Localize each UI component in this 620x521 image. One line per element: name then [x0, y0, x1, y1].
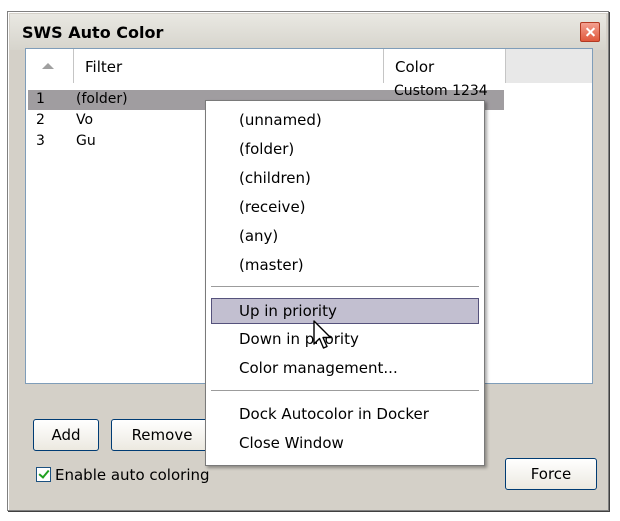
checkbox-checked-icon[interactable]	[36, 467, 51, 482]
menu-item-label: (children)	[239, 169, 311, 187]
row-filter: Vo	[76, 112, 94, 128]
remove-button[interactable]: Remove	[111, 419, 213, 451]
close-icon[interactable]	[580, 22, 600, 42]
menu-item-label: Dock Autocolor in Docker	[239, 405, 429, 423]
menu-item-children[interactable]: (children)	[211, 165, 479, 191]
menu-item-label: (receive)	[239, 198, 306, 216]
menu-item-label: (unnamed)	[239, 111, 322, 129]
row-color: Custom 1234	[394, 83, 488, 99]
menu-item-folder[interactable]: (folder)	[211, 136, 479, 162]
blank-column-header	[506, 49, 592, 83]
row-number: 2	[36, 112, 45, 128]
add-button[interactable]: Add	[33, 419, 99, 451]
enable-auto-coloring-label: Enable auto coloring	[55, 466, 210, 484]
title-bar[interactable]: SWS Auto Color	[10, 14, 606, 50]
menu-item-receive[interactable]: (receive)	[211, 194, 479, 220]
row-filter: Gu	[76, 133, 96, 149]
menu-item-label: (master)	[239, 256, 304, 274]
sort-column-header[interactable]	[26, 49, 74, 83]
menu-separator	[211, 286, 479, 287]
menu-item-close-window[interactable]: Close Window	[211, 430, 479, 456]
menu-item-label: Close Window	[239, 434, 344, 452]
row-number: 3	[36, 133, 45, 149]
menu-item-label: Down in priority	[239, 330, 359, 348]
force-button[interactable]: Force	[505, 458, 597, 490]
list-header: Filter Color	[26, 49, 592, 83]
menu-separator	[211, 390, 479, 391]
menu-item-label: Color management...	[239, 359, 398, 377]
window-title: SWS Auto Color	[22, 23, 164, 42]
row-number: 1	[36, 91, 45, 107]
color-column-label: Color	[395, 58, 435, 76]
context-menu: (unnamed) (folder) (children) (receive) …	[205, 100, 485, 466]
menu-item-unnamed[interactable]: (unnamed)	[211, 107, 479, 133]
menu-item-any[interactable]: (any)	[211, 223, 479, 249]
menu-item-label: (any)	[239, 227, 279, 245]
menu-item-dock-autocolor[interactable]: Dock Autocolor in Docker	[211, 401, 479, 427]
menu-item-master[interactable]: (master)	[211, 252, 479, 278]
menu-item-label: (folder)	[239, 140, 295, 158]
filter-column-header[interactable]: Filter	[74, 49, 384, 83]
menu-item-label: Up in priority	[239, 302, 337, 320]
menu-item-color-management[interactable]: Color management...	[211, 355, 479, 381]
filter-column-label: Filter	[85, 58, 123, 76]
menu-item-down-in-priority[interactable]: Down in priority	[211, 326, 479, 352]
color-column-header[interactable]: Color	[384, 49, 506, 83]
mouse-pointer-icon	[313, 320, 332, 349]
row-filter: (folder)	[76, 91, 128, 107]
menu-item-up-in-priority[interactable]: Up in priority	[211, 298, 479, 324]
sort-ascending-icon	[42, 63, 54, 69]
